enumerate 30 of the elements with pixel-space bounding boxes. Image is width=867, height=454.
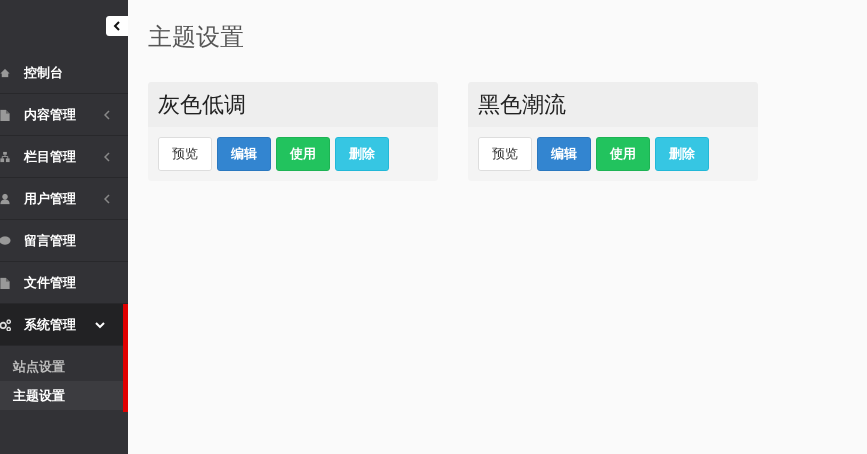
menu-label: 留言管理 <box>24 232 76 250</box>
chevron-left-icon <box>104 194 110 204</box>
hierarchy-icon <box>0 150 11 162</box>
chevron-left-icon <box>113 21 121 31</box>
menu-item[interactable]: 系统管理 <box>0 304 123 346</box>
action-button[interactable]: 预览 <box>158 137 212 171</box>
user-icon <box>0 192 11 204</box>
document-icon <box>0 276 11 288</box>
home-icon <box>0 66 11 78</box>
collapse-button[interactable] <box>106 16 128 36</box>
theme-name: 灰色低调 <box>148 82 438 127</box>
menu-label: 用户管理 <box>24 190 76 208</box>
chevron-down-icon <box>95 320 105 328</box>
menu-label: 内容管理 <box>24 106 76 124</box>
action-button[interactable]: 编辑 <box>217 137 271 171</box>
theme-name: 黑色潮流 <box>468 82 758 127</box>
menu-label: 文件管理 <box>24 274 76 292</box>
speech-bubble-icon <box>0 234 11 246</box>
menu-label: 栏目管理 <box>24 148 76 166</box>
chevron-left-icon <box>104 110 110 120</box>
page-title: 主题设置 <box>148 23 245 53</box>
menu-label: 系统管理 <box>24 316 76 334</box>
gears-icon <box>0 318 11 330</box>
chevron-left-icon <box>104 152 110 162</box>
action-button[interactable]: 编辑 <box>537 137 591 171</box>
document-icon <box>0 108 11 120</box>
menu-label: 控制台 <box>24 64 63 82</box>
action-button[interactable]: 预览 <box>478 137 532 171</box>
submenu-item[interactable]: 站点设置 <box>0 352 123 381</box>
submenu-item[interactable]: 主题设置 <box>0 381 123 410</box>
